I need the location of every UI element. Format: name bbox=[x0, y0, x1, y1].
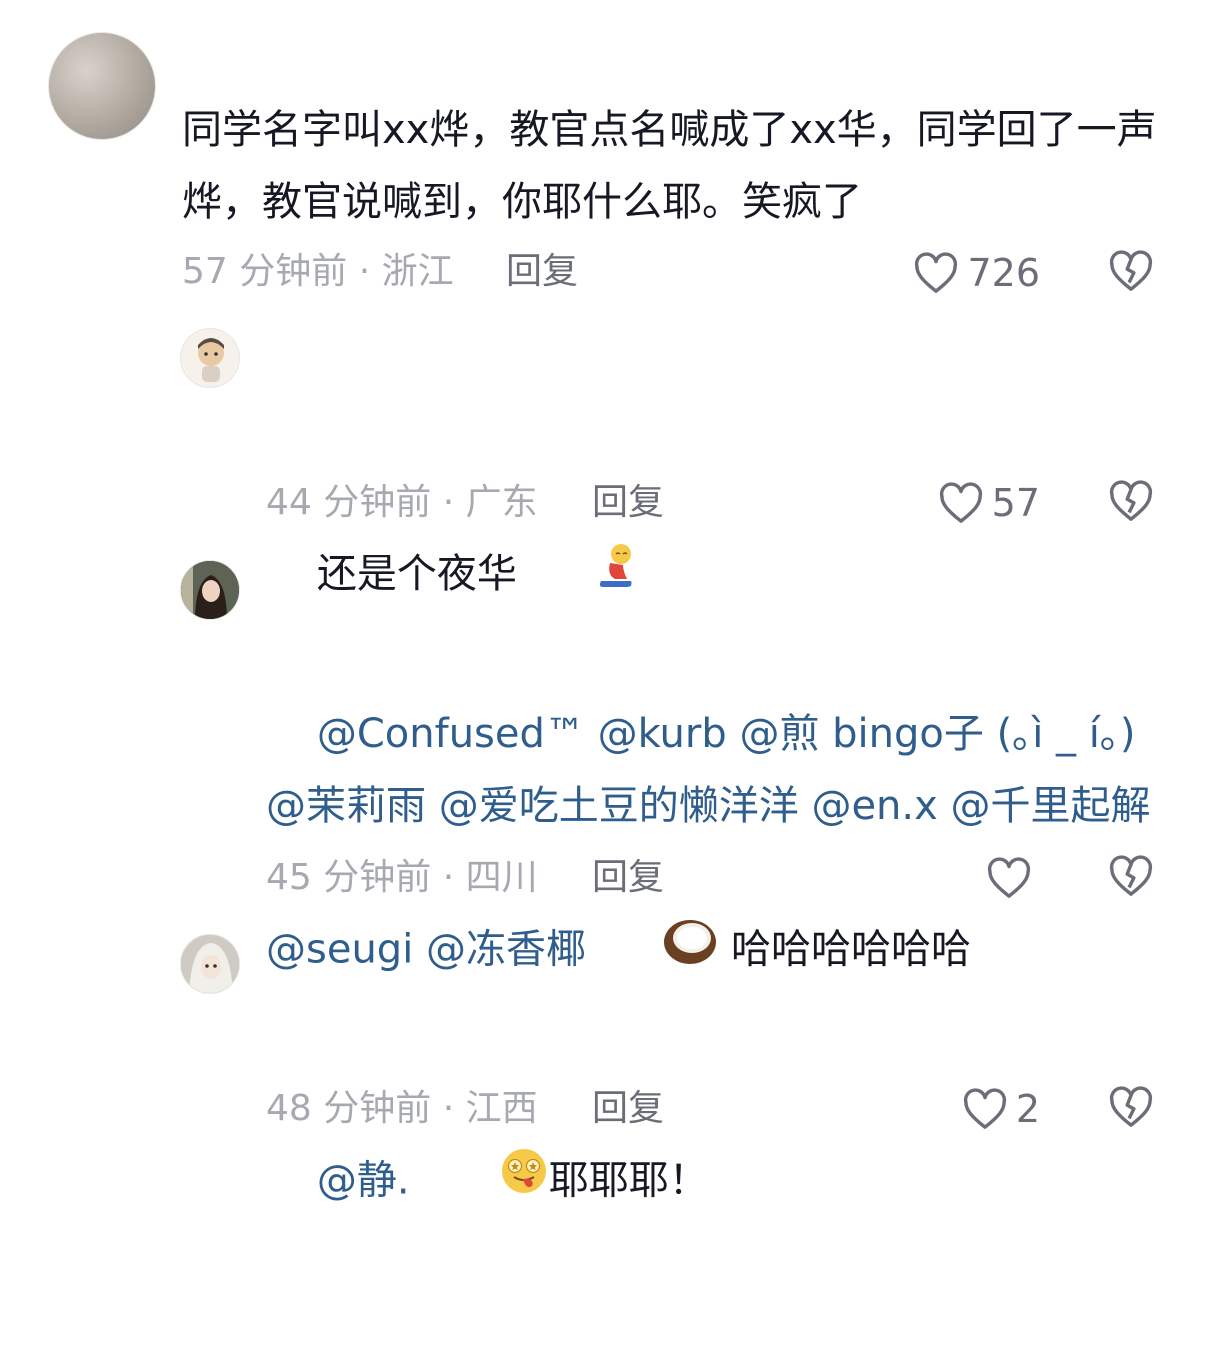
like-button[interactable]: 57 bbox=[890, 478, 1040, 528]
like-button[interactable]: 2 bbox=[890, 1084, 1040, 1134]
comment-time-location: 45 分钟前 · 四川 bbox=[266, 857, 538, 898]
comment-text-body: 耶耶耶！ bbox=[548, 1157, 709, 1204]
comment-text: @静. 耶耶耶！ bbox=[266, 1002, 709, 1363]
mention-link[interactable]: @茉莉雨 bbox=[266, 783, 426, 829]
avatar[interactable] bbox=[180, 934, 240, 994]
like-count: 726 bbox=[967, 251, 1040, 295]
comment-text-body: 还是个夜华 bbox=[316, 551, 517, 597]
avatar[interactable] bbox=[180, 328, 240, 388]
heart-outline-icon bbox=[986, 857, 1032, 899]
broken-heart-icon[interactable] bbox=[1108, 250, 1154, 292]
comment-time-location: 57 分钟前 · 浙江 bbox=[182, 251, 454, 292]
mention-link[interactable]: @静. bbox=[317, 1158, 410, 1204]
broken-heart-icon[interactable] bbox=[1108, 480, 1154, 522]
reply-button[interactable]: 回复 bbox=[592, 858, 664, 898]
comment-time-location: 48 分钟前 · 江西 bbox=[266, 1088, 538, 1129]
broken-heart-icon[interactable] bbox=[1108, 855, 1154, 897]
comment-text-body: 哈哈哈哈哈哈 bbox=[731, 926, 972, 973]
heart-outline-icon bbox=[913, 252, 959, 294]
reply-button[interactable]: 回复 bbox=[506, 252, 578, 292]
avatar[interactable] bbox=[180, 560, 240, 620]
like-button[interactable] bbox=[890, 853, 1040, 903]
like-count: 2 bbox=[1015, 1087, 1040, 1131]
broken-heart-icon[interactable] bbox=[1108, 1086, 1154, 1128]
heart-outline-icon bbox=[938, 482, 984, 524]
mention-link[interactable]: @冻香椰 bbox=[426, 927, 586, 973]
mention-link[interactable]: @千里起解 bbox=[951, 783, 1151, 829]
mention-link[interactable]: @en.x bbox=[811, 783, 937, 829]
mention-link[interactable]: @爱吃土豆的懒洋洋 bbox=[439, 783, 799, 829]
mention-link[interactable]: @煎 bingo子 (｡ì _ í｡) bbox=[739, 711, 1135, 757]
reply-button[interactable]: 回复 bbox=[592, 483, 664, 523]
reply-button[interactable]: 回复 bbox=[592, 1089, 664, 1129]
avatar[interactable] bbox=[48, 32, 156, 140]
heart-outline-icon bbox=[962, 1088, 1008, 1130]
like-count: 57 bbox=[991, 481, 1040, 525]
like-button[interactable]: 726 bbox=[890, 248, 1040, 298]
comment-text: 同学名字叫xx烨，教官点名喊成了xx华，同学回了一声烨，教官说喊到，你耶什么耶。… bbox=[182, 107, 1157, 225]
mention-link[interactable]: @kurb bbox=[598, 711, 727, 757]
comment-time-location: 44 分钟前 · 广东 bbox=[266, 482, 538, 523]
mention-link[interactable]: @seugi bbox=[266, 927, 413, 973]
mention-link[interactable]: @Confused™ bbox=[317, 711, 585, 757]
